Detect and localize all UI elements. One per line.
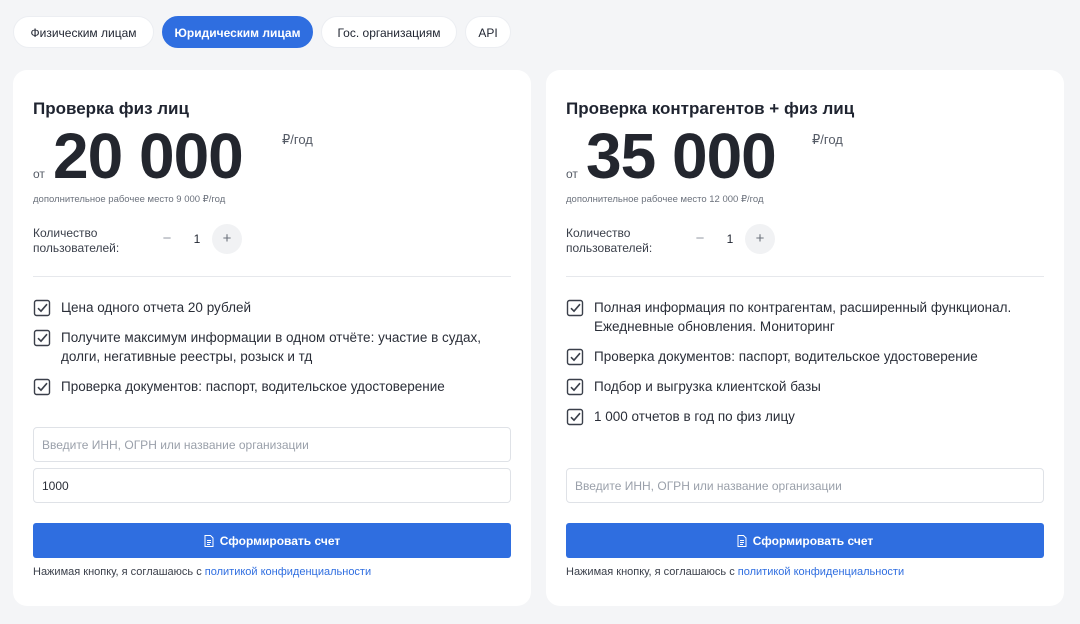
checkbox-check-icon (566, 299, 584, 317)
checkbox-check-icon (33, 378, 51, 396)
feature-text: Подбор и выгрузка клиентской базы (594, 379, 821, 394)
price-from: от (566, 167, 578, 181)
increment-button[interactable]: + (212, 224, 242, 254)
feature-list: Цена одного отчета 20 рублей Получите ма… (33, 298, 513, 407)
checkbox-check-icon (566, 408, 584, 426)
divider (33, 276, 511, 277)
users-count-label: Количество пользователей: (33, 226, 120, 255)
feature-item: Цена одного отчета 20 рублей (33, 298, 513, 317)
feature-text: 1 000 отчетов в год по физ лицу (594, 409, 795, 424)
feature-item: Проверка документов: паспорт, водительск… (566, 347, 1046, 366)
feature-text: Проверка документов: паспорт, водительск… (594, 349, 978, 364)
company-search-input[interactable] (566, 468, 1044, 503)
privacy-policy-link[interactable]: политикой конфиденциальности (205, 566, 371, 578)
feature-item: 1 000 отчетов в год по физ лицу (566, 407, 1046, 426)
price-value: 20 000 (53, 120, 244, 192)
price-value: 35 000 (586, 120, 777, 192)
tab-individuals[interactable]: Физическим лицам (13, 16, 154, 48)
users-count-value: 1 (726, 232, 734, 246)
users-stepper: − 1 + (152, 224, 242, 254)
price-unit: ₽/год (282, 132, 313, 147)
users-count-label: Количество пользователей: (566, 226, 653, 255)
generate-invoice-button[interactable]: Сформировать счет (566, 523, 1044, 558)
tab-government[interactable]: Гос. организациям (321, 16, 457, 48)
price-from: от (33, 167, 45, 181)
feature-item: Проверка документов: паспорт, водительск… (33, 377, 513, 396)
feature-text: Проверка документов: паспорт, водительск… (61, 379, 445, 394)
feature-item: Подбор и выгрузка клиентской базы (566, 377, 1046, 396)
feature-item: Получите максимум информации в одном отч… (33, 328, 513, 366)
consent-note: Нажимая кнопку, я соглашаюсь с политикой… (566, 566, 904, 578)
report-count-input[interactable] (33, 468, 511, 503)
pricing-card-individuals: Проверка физ лиц от 20 000 ₽/год дополни… (13, 70, 531, 606)
checkbox-check-icon (566, 348, 584, 366)
price-unit: ₽/год (812, 132, 843, 147)
extra-seat-note: дополнительное рабочее место 12 000 ₽/го… (566, 194, 764, 205)
decrement-button[interactable]: − (685, 224, 715, 254)
tab-api[interactable]: API (465, 16, 511, 48)
checkbox-check-icon (33, 329, 51, 347)
feature-text: Цена одного отчета 20 рублей (61, 300, 252, 315)
feature-text: Полная информация по контрагентам, расши… (594, 300, 1012, 334)
users-count-value: 1 (193, 232, 201, 246)
feature-text: Получите максимум информации в одном отч… (61, 330, 481, 364)
consent-text: Нажимая кнопку, я соглашаюсь с (566, 566, 738, 578)
card-title: Проверка контрагентов + физ лиц (566, 99, 855, 118)
card-title: Проверка физ лиц (33, 99, 189, 118)
tab-legal-entities[interactable]: Юридическим лицам (162, 16, 313, 48)
checkbox-check-icon (33, 299, 51, 317)
company-search-input[interactable] (33, 427, 511, 462)
privacy-policy-link[interactable]: политикой конфиденциальности (738, 566, 904, 578)
users-stepper: − 1 + (685, 224, 775, 254)
extra-seat-note: дополнительное рабочее место 9 000 ₽/год (33, 194, 226, 205)
consent-text: Нажимая кнопку, я соглашаюсь с (33, 566, 205, 578)
divider (566, 276, 1044, 277)
consent-note: Нажимая кнопку, я соглашаюсь с политикой… (33, 566, 371, 578)
feature-list: Полная информация по контрагентам, расши… (566, 298, 1046, 437)
pricing-card-counterparties: Проверка контрагентов + физ лиц от 35 00… (546, 70, 1064, 606)
decrement-button[interactable]: − (152, 224, 182, 254)
feature-item: Полная информация по контрагентам, расши… (566, 298, 1046, 336)
checkbox-check-icon (566, 378, 584, 396)
document-icon (204, 534, 214, 547)
button-label: Сформировать счет (219, 533, 341, 548)
generate-invoice-button[interactable]: Сформировать счет (33, 523, 511, 558)
button-label: Сформировать счет (752, 533, 874, 548)
increment-button[interactable]: + (745, 224, 775, 254)
document-icon (737, 534, 747, 547)
audience-tabs: Физическим лицам Юридическим лицам Гос. … (13, 16, 511, 48)
